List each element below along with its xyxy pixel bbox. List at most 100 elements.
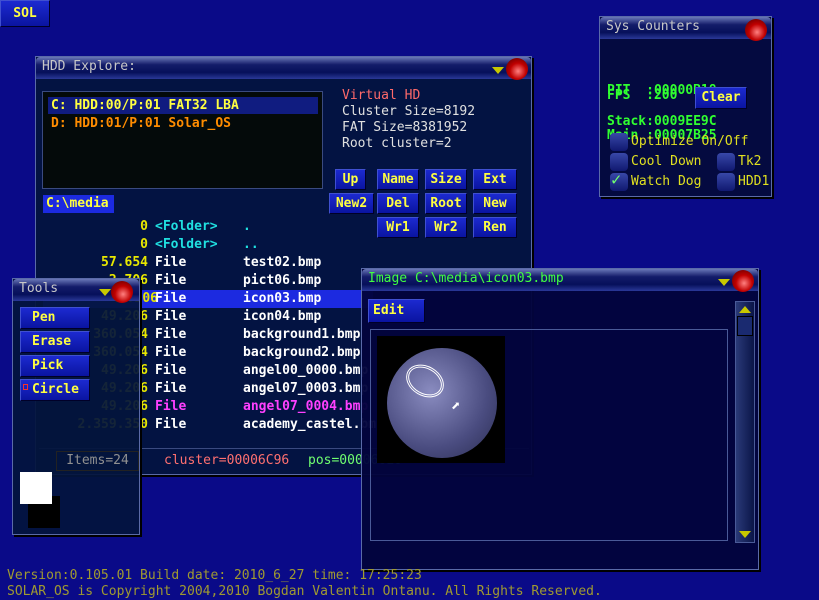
window-title: Image C:\media\icon03.bmp — [368, 271, 564, 286]
file-type: File — [155, 255, 187, 270]
close-icon[interactable] — [111, 281, 133, 303]
tool-label: Circle — [32, 382, 79, 397]
file-type: File — [155, 417, 187, 432]
image-preview: ⬈ — [377, 336, 505, 463]
checkbox[interactable] — [717, 173, 735, 191]
root-button[interactable]: Root — [425, 193, 467, 214]
image-window: Image C:\media\icon03.bmp Edit ⬈ — [361, 268, 759, 570]
close-icon[interactable] — [506, 58, 528, 80]
file-type: File — [155, 381, 187, 396]
checkbox[interactable] — [610, 153, 628, 171]
wr1-button[interactable]: Wr1 — [377, 217, 419, 238]
file-type: File — [155, 345, 187, 360]
checkbox-label: HDD1 — [738, 174, 770, 189]
file-size: 57.654 — [101, 255, 148, 270]
tools-titlebar[interactable]: Tools — [13, 279, 139, 303]
checkbox-label: Watch Dog — [631, 174, 702, 189]
file-type: File — [155, 327, 187, 342]
file-type: File — [155, 363, 187, 378]
current-path: C:\media — [43, 195, 114, 213]
root-cluster: Root cluster=2 — [342, 136, 452, 151]
sol-button[interactable]: SOL — [0, 0, 50, 27]
tool-label: Pen — [32, 310, 56, 325]
tools-window: Tools Pen Erase Pick Circle — [12, 278, 140, 535]
scroll-down-icon[interactable] — [739, 531, 751, 538]
drive-item[interactable]: D: HDD:01/P:01 Solar_OS — [48, 115, 318, 132]
ext-button[interactable]: Ext — [473, 169, 517, 190]
file-type: File — [155, 291, 187, 306]
up-button[interactable]: Up — [335, 169, 366, 190]
file-name: background1.bmp — [243, 327, 361, 342]
file-type: <Folder> — [155, 237, 218, 252]
minimize-icon[interactable] — [492, 67, 504, 74]
file-type: File — [155, 309, 187, 324]
file-row[interactable]: 0 <Folder>. — [43, 218, 363, 236]
hdd-explore-titlebar[interactable]: HDD Explore: — [36, 57, 531, 80]
items-count: Items=24 — [56, 451, 139, 471]
info-heading: Virtual HD — [342, 88, 421, 103]
checkbox-label: Tk2 — [738, 154, 762, 169]
vertical-scrollbar[interactable] — [735, 301, 755, 543]
image-titlebar[interactable]: Image C:\media\icon03.bmp — [362, 269, 758, 292]
file-name: background2.bmp — [243, 345, 361, 360]
erase-tool-button[interactable]: Erase — [20, 331, 90, 353]
scroll-up-icon[interactable] — [739, 306, 751, 313]
sphere-image — [387, 348, 497, 458]
name-button[interactable]: Name — [377, 169, 419, 190]
version-info: Version:0.105.01 Build date: 2010_6_27 t… — [7, 568, 422, 583]
size-button[interactable]: Size — [425, 169, 467, 190]
copyright-info: SOLAR_OS is Copyright 2004,2010 Bogdan V… — [7, 584, 602, 599]
file-name: . — [243, 219, 251, 234]
fat-size: FAT Size=8381952 — [342, 120, 468, 135]
file-size: 0 — [140, 237, 148, 252]
close-icon[interactable] — [732, 270, 754, 292]
foreground-color-swatch[interactable] — [20, 472, 52, 504]
file-name: angel07_0004.bmp — [243, 399, 369, 414]
checkbox[interactable]: ✓ — [610, 170, 628, 191]
file-type: File — [155, 273, 187, 288]
file-type: File — [155, 399, 187, 414]
mouse-cursor-icon: ⬈ — [451, 396, 461, 415]
checkbox-label: Optimize On/Off — [631, 134, 749, 149]
window-title: HDD Explore: — [42, 59, 136, 74]
file-row[interactable]: 57.654 File test02.bmp — [43, 254, 363, 272]
cluster-readout: cluster=00006C96 — [164, 453, 290, 468]
minimize-icon[interactable] — [718, 279, 730, 286]
del-button[interactable]: Del — [377, 193, 419, 214]
drive-item[interactable]: C: HDD:00/P:01 FAT32 LBA — [48, 97, 318, 114]
close-icon[interactable] — [745, 19, 767, 41]
window-title: Tools — [19, 281, 59, 296]
checkbox[interactable] — [717, 153, 735, 171]
minimize-icon[interactable] — [99, 289, 111, 296]
fps-counter: FPS :200 — [607, 88, 678, 103]
pick-tool-button[interactable]: Pick — [20, 355, 90, 377]
checkbox[interactable] — [610, 133, 628, 151]
sys-counters-titlebar[interactable]: Sys Counters — [600, 17, 771, 41]
drive-list[interactable]: C: HDD:00/P:01 FAT32 LBA D: HDD:01/P:01 S… — [42, 91, 323, 189]
new-button[interactable]: New — [473, 193, 517, 214]
tool-label: Erase — [32, 334, 72, 349]
scroll-thumb[interactable] — [737, 316, 753, 336]
file-name: icon03.bmp — [243, 291, 322, 306]
circle-tool-button[interactable]: Circle — [20, 379, 90, 401]
ren-button[interactable]: Ren — [473, 217, 517, 238]
stack-counter: Stack:0009EE9C — [607, 114, 717, 129]
file-name: pict06.bmp — [243, 273, 322, 288]
wr2-button[interactable]: Wr2 — [425, 217, 467, 238]
pen-tool-button[interactable]: Pen — [20, 307, 90, 329]
new2-button[interactable]: New2 — [329, 193, 374, 214]
file-name: icon04.bmp — [243, 309, 322, 324]
clear-button[interactable]: Clear — [695, 87, 747, 109]
edit-button[interactable]: Edit — [368, 299, 425, 323]
active-indicator-icon — [23, 384, 28, 390]
cluster-size: Cluster Size=8192 — [342, 104, 476, 119]
tool-label: Pick — [32, 358, 64, 373]
checkbox-label: Cool Down — [631, 154, 702, 169]
file-name: .. — [243, 237, 259, 252]
drive-info: Virtual HD Cluster Size=8192 FAT Size=83… — [342, 88, 475, 152]
file-row[interactable]: 0 <Folder>.. — [43, 236, 363, 254]
file-name: test02.bmp — [243, 255, 322, 270]
checkmark-icon: ✓ — [611, 170, 622, 190]
file-type: <Folder> — [155, 219, 218, 234]
image-canvas[interactable]: ⬈ — [370, 329, 728, 541]
